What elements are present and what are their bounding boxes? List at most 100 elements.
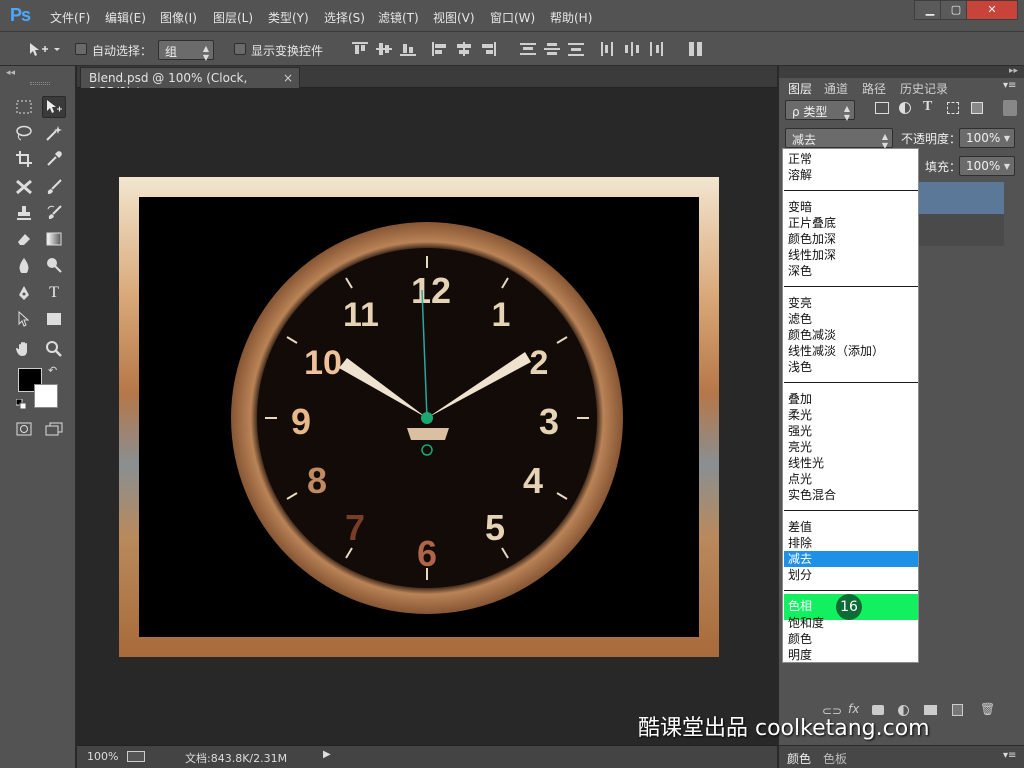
filter-toggle-icon[interactable] xyxy=(1003,100,1017,116)
auto-align-icon[interactable] xyxy=(688,42,704,56)
gradient-tool-icon[interactable] xyxy=(42,228,66,250)
blur-tool-icon[interactable] xyxy=(12,254,36,276)
rectangle-tool-icon[interactable] xyxy=(42,308,66,330)
close-tab-icon[interactable]: × xyxy=(283,71,293,85)
distribute-right-icon[interactable] xyxy=(648,42,664,56)
tab-swatches[interactable]: 色板 xyxy=(823,750,847,767)
filter-adjustment-icon[interactable] xyxy=(899,102,911,114)
tab-color[interactable]: 颜色 xyxy=(787,750,811,767)
opacity-field[interactable]: 100% ▼ xyxy=(959,128,1015,148)
blend-option[interactable]: 正常 xyxy=(784,151,918,167)
default-colors-icon[interactable] xyxy=(15,398,27,410)
document-tab[interactable]: Blend.psd @ 100% (Clock, RGB/8) * × xyxy=(80,67,300,99)
auto-select-dropdown[interactable]: 组 ▲ ▼ xyxy=(158,40,214,62)
history-brush-tool-icon[interactable] xyxy=(42,202,66,224)
menu-help[interactable]: 帮助(H) xyxy=(550,9,592,26)
new-layer-icon[interactable] xyxy=(952,704,963,716)
align-right-icon[interactable] xyxy=(480,42,496,56)
align-vcenter-icon[interactable] xyxy=(376,42,392,56)
menu-type[interactable]: 类型(Y) xyxy=(268,9,309,26)
blend-option[interactable]: 变亮 xyxy=(784,295,918,311)
screen-mode-icon[interactable] xyxy=(42,418,66,440)
layer-filter-dropdown[interactable]: ρ 类型 ▲ ▼ xyxy=(785,100,855,122)
move-tool-preset-picker[interactable] xyxy=(26,40,62,58)
filter-smartobject-icon[interactable] xyxy=(971,102,983,114)
align-left-icon[interactable] xyxy=(432,42,448,56)
blend-option[interactable]: 颜色 xyxy=(784,631,918,647)
zoom-level[interactable]: 100% xyxy=(87,750,118,763)
brush-tool-icon[interactable] xyxy=(42,176,66,198)
crop-tool-icon[interactable] xyxy=(12,148,36,170)
blend-option[interactable]: 线性减淡（添加） xyxy=(784,343,918,359)
trash-icon[interactable]: 🗑 xyxy=(980,702,995,716)
tab-channels[interactable]: 通道 xyxy=(824,80,848,97)
menu-edit[interactable]: 编辑(E) xyxy=(105,9,146,26)
menu-file[interactable]: 文件(F) xyxy=(50,9,90,26)
dodge-tool-icon[interactable] xyxy=(42,254,66,276)
filter-type-icon[interactable]: T xyxy=(923,99,932,115)
healing-brush-tool-icon[interactable] xyxy=(12,176,36,198)
swap-colors-icon[interactable]: ↶ xyxy=(48,364,57,377)
magic-wand-tool-icon[interactable] xyxy=(42,122,66,144)
collapse-panel-icon[interactable]: ▸▸ xyxy=(1009,66,1018,76)
marquee-tool-icon[interactable] xyxy=(12,96,36,118)
clone-stamp-tool-icon[interactable] xyxy=(12,202,36,224)
blend-mode-dropdown[interactable]: 减去 ▲ ▼ xyxy=(785,128,893,150)
blend-option[interactable]: 点光 xyxy=(784,471,918,487)
zoom-tool-icon[interactable] xyxy=(42,338,66,360)
blend-option[interactable]: 强光 xyxy=(784,423,918,439)
blend-option[interactable]: 深色 xyxy=(784,263,918,279)
blend-option[interactable]: 变暗 xyxy=(784,199,918,215)
lasso-tool-icon[interactable] xyxy=(12,122,36,144)
background-color-swatch[interactable] xyxy=(34,384,58,408)
tab-history[interactable]: 历史记录 xyxy=(900,80,948,97)
blend-option[interactable]: 溶解 xyxy=(784,167,918,183)
blend-option[interactable]: 差值 xyxy=(784,519,918,535)
path-selection-tool-icon[interactable] xyxy=(12,308,36,330)
blend-option[interactable]: 亮光 xyxy=(784,439,918,455)
menu-image[interactable]: 图像(I) xyxy=(160,9,197,26)
blend-option[interactable]: 划分 xyxy=(784,567,918,583)
blend-option[interactable]: 滤色 xyxy=(784,311,918,327)
menu-select[interactable]: 选择(S) xyxy=(324,9,365,26)
blend-option[interactable]: 线性加深 xyxy=(784,247,918,263)
type-tool-icon[interactable]: T xyxy=(42,282,66,304)
filter-shape-icon[interactable] xyxy=(947,102,959,114)
show-transform-checkbox[interactable] xyxy=(234,43,246,55)
align-hcenter-icon[interactable] xyxy=(456,42,472,56)
blend-option[interactable]: 排除 xyxy=(784,535,918,551)
blend-option[interactable]: 颜色加深 xyxy=(784,231,918,247)
close-button[interactable]: ✕ xyxy=(966,0,1018,20)
distribute-top-icon[interactable] xyxy=(520,42,536,56)
grip-icon[interactable] xyxy=(30,82,50,85)
blend-option[interactable]: 明度 xyxy=(784,647,918,663)
menu-filter[interactable]: 滤镜(T) xyxy=(378,9,419,26)
distribute-vcenter-icon[interactable] xyxy=(544,42,560,56)
menu-layer[interactable]: 图层(L) xyxy=(213,9,253,26)
blend-option[interactable]: 实色混合 xyxy=(784,487,918,503)
status-menu-arrow-icon[interactable]: ▶ xyxy=(323,749,331,760)
quick-mask-icon[interactable] xyxy=(12,418,36,440)
distribute-hcenter-icon[interactable] xyxy=(624,42,640,56)
move-tool-icon[interactable] xyxy=(42,96,66,118)
fill-field[interactable]: 100% ▼ xyxy=(959,156,1015,176)
align-bottom-icon[interactable] xyxy=(400,42,416,56)
menu-view[interactable]: 视图(V) xyxy=(433,9,475,26)
eyedropper-tool-icon[interactable] xyxy=(42,148,66,170)
hand-tool-icon[interactable] xyxy=(12,338,36,360)
distribute-left-icon[interactable] xyxy=(600,42,616,56)
canvas-area[interactable]: 12 1 2 3 4 5 6 7 8 9 10 11 xyxy=(77,88,777,745)
tab-paths[interactable]: 路径 xyxy=(862,80,886,97)
pen-tool-icon[interactable] xyxy=(12,282,36,304)
blend-option[interactable]: 线性光 xyxy=(784,455,918,471)
align-top-icon[interactable] xyxy=(352,42,368,56)
blend-option[interactable]: 叠加 xyxy=(784,391,918,407)
blend-option[interactable]: 浅色 xyxy=(784,359,918,375)
collapse-icon[interactable]: ◂◂ xyxy=(6,68,15,78)
auto-select-checkbox[interactable] xyxy=(75,43,87,55)
panel-menu-icon[interactable]: ▾≡ xyxy=(1003,750,1016,761)
tab-layers[interactable]: 图层 xyxy=(788,80,813,97)
blend-option[interactable]: 柔光 xyxy=(784,407,918,423)
blend-option[interactable]: 颜色减淡 xyxy=(784,327,918,343)
distribute-bottom-icon[interactable] xyxy=(568,42,584,56)
